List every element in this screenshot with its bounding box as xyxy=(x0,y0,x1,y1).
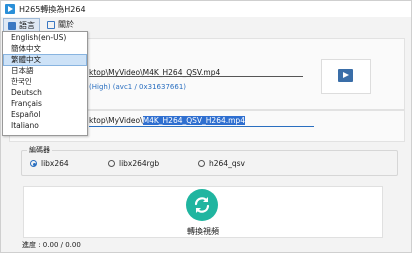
radio-libx264rgb[interactable]: libx264rgb xyxy=(108,159,159,168)
info-icon xyxy=(47,20,55,29)
menu-bar: 語言 關於 xyxy=(1,17,411,33)
language-item-es[interactable]: Español xyxy=(4,110,86,120)
radio-label: libx264 xyxy=(41,159,69,168)
video-thumbnail[interactable] xyxy=(321,59,371,94)
output-path-input[interactable]: ktop\MyVideo\M4K_H264_QSV_H264.mp4 xyxy=(89,115,314,127)
language-icon xyxy=(8,21,16,30)
menu-about[interactable]: 關於 xyxy=(43,18,78,31)
refresh-icon xyxy=(186,189,218,221)
menu-about-label: 關於 xyxy=(58,20,74,29)
language-item-ko[interactable]: 한국인 xyxy=(4,77,86,87)
language-item-zh-cn[interactable]: 簡体中文 xyxy=(4,44,86,54)
encoder-label: 編碼器 xyxy=(27,145,52,155)
radio-label: h264_qsv xyxy=(209,159,245,168)
title-bar: H265轉換為H264 xyxy=(1,1,411,17)
convert-label: 轉換視頻 xyxy=(187,227,219,236)
radio-libx264[interactable]: libx264 xyxy=(30,159,69,168)
language-item-ja[interactable]: 日本語 xyxy=(4,66,86,76)
menu-language-label: 語言 xyxy=(19,21,35,30)
progress-text: 進度 : 0.00 / 0.00 xyxy=(22,241,81,249)
radio-label: libx264rgb xyxy=(119,159,160,168)
output-path-selected: M4K_H264_QSV_H264.mp4 xyxy=(142,116,245,125)
radio-checked-icon xyxy=(30,160,37,167)
encoder-group: 編碼器 libx264 libx264rgb h264_qsv xyxy=(21,145,398,176)
output-path-prefix: ktop\MyVideo\ xyxy=(89,116,143,125)
radio-h264-qsv[interactable]: h264_qsv xyxy=(198,159,245,168)
codec-info: (High) (avc1 / 0x31637661) xyxy=(89,83,187,91)
language-dropdown: English(en-US) 簡体中文 繁體中文 日本語 한국인 Deutsch… xyxy=(2,31,88,136)
language-item-en-us[interactable]: English(en-US) xyxy=(4,33,86,43)
language-item-fr[interactable]: Français xyxy=(4,99,86,109)
radio-unchecked-icon xyxy=(108,160,115,167)
language-item-zh-tw[interactable]: 繁體中文 xyxy=(3,54,87,66)
language-item-de[interactable]: Deutsch xyxy=(4,88,86,98)
app-play-icon xyxy=(5,4,15,14)
video-file-icon xyxy=(338,69,353,82)
radio-unchecked-icon xyxy=(198,160,205,167)
language-item-it[interactable]: Italiano xyxy=(4,121,86,131)
input-path-underline xyxy=(89,76,303,77)
window-title: H265轉換為H264 xyxy=(19,5,86,14)
convert-button[interactable]: 轉換視頻 xyxy=(23,186,383,238)
